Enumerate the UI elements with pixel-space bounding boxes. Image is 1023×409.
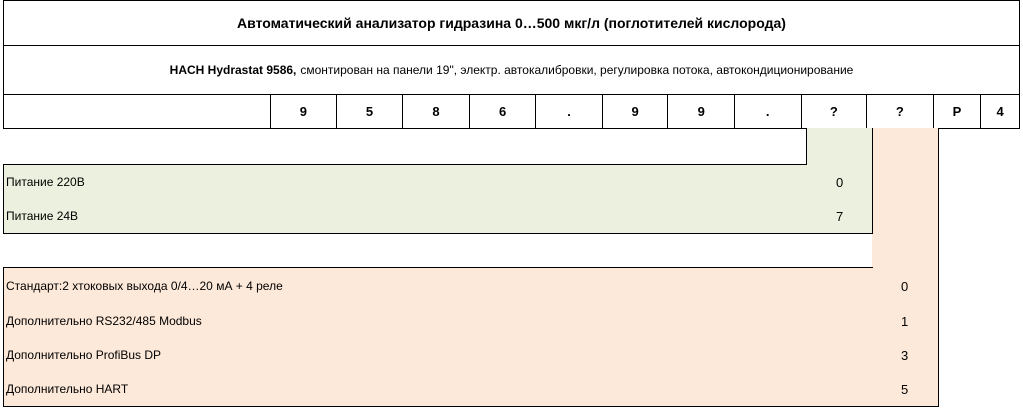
output-option-code: 3	[901, 347, 909, 363]
code-cell-power: ?	[800, 95, 867, 128]
power-option-label: Питание 24В	[6, 209, 79, 223]
code-cell-7: 9	[667, 95, 734, 128]
product-title: Автоматический анализатор гидразина 0…50…	[3, 0, 1020, 46]
code-cell-blank	[4, 95, 270, 128]
code-cell-8: .	[733, 95, 801, 128]
power-options-group: Питание 220В 0 Питание 24В 7	[3, 164, 873, 234]
output-option-label: Стандарт:2 хтоковых выхода 0/4…20 мА + 4…	[6, 279, 283, 293]
code-cell-1: 9	[270, 95, 336, 128]
code-cell-p: P	[932, 95, 981, 128]
code-cell-6: 9	[601, 95, 668, 128]
product-description: HACH Hydrastat 9586, смонтирован на пане…	[3, 45, 1020, 95]
output-connector-join	[873, 266, 938, 268]
output-options-group: Стандарт:2 хтоковых выхода 0/4…20 мА + 4…	[3, 267, 939, 407]
code-cell-4: 6	[468, 95, 536, 128]
code-cell-last: 4	[980, 95, 1019, 128]
output-option-label: Дополнительно RS232/485 Modbus	[6, 314, 202, 328]
output-option-code: 5	[901, 381, 909, 397]
code-cell-2: 5	[335, 95, 403, 128]
power-connector	[806, 128, 873, 165]
output-option-label: Дополнительно ProfiBus DP	[6, 348, 162, 362]
power-option-code: 0	[836, 174, 844, 190]
power-option-code: 7	[836, 208, 844, 224]
output-option-code: 0	[901, 278, 909, 294]
output-option-code: 1	[901, 313, 909, 329]
order-code-row: 9 5 8 6 . 9 9 . ? ? P 4	[3, 94, 1020, 129]
code-cell-5: .	[535, 95, 602, 128]
code-cell-3: 8	[402, 95, 469, 128]
power-option-label: Питание 220В	[6, 175, 85, 189]
output-connector	[872, 128, 939, 267]
output-option-label: Дополнительно HART	[6, 382, 129, 396]
model-name: HACH Hydrastat 9586,	[169, 62, 297, 77]
description-text: смонтирован на панели 19", электр. авток…	[300, 62, 854, 77]
code-cell-output: ?	[866, 95, 933, 128]
power-group-top-border	[3, 164, 807, 165]
